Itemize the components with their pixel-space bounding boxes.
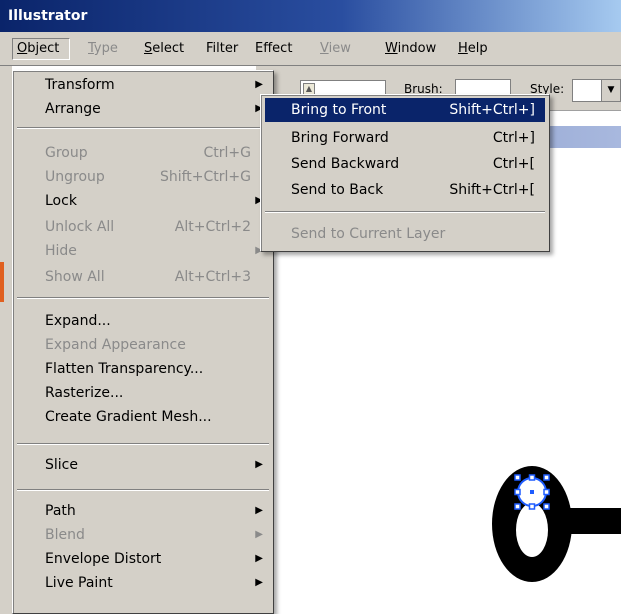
submenu-arrow-icon: ▶ <box>255 553 263 564</box>
panel-accent <box>0 262 4 302</box>
menu-item-live-paint[interactable]: Live Paint ▶ <box>17 571 269 595</box>
menu-effect[interactable]: Effect <box>251 38 307 60</box>
menu-item-label: Send to Back <box>291 182 384 198</box>
menu-item-label: Arrange <box>45 101 101 117</box>
menu-item-label: Lock <box>45 193 77 209</box>
menu-item-shortcut: Alt+Ctrl+3 <box>174 269 251 285</box>
submenu-arrow-icon: ▶ <box>255 529 263 540</box>
menu-object[interactable]: Object <box>12 38 70 60</box>
object-menu: Transform▶Arrange▶GroupCtrl+GUngroupShif… <box>12 70 274 614</box>
chevron-down-icon[interactable]: ▼ <box>601 80 620 101</box>
arrange-submenu: Bring to Front Shift+Ctrl+] Bring Forward C… <box>260 94 550 252</box>
menu-window[interactable]: Window <box>381 38 443 60</box>
menu-item-ungroup[interactable]: Ungroup Shift+Ctrl+G <box>17 165 269 189</box>
menu-item-group[interactable]: Group Ctrl+G <box>17 141 269 165</box>
menu-filter[interactable]: Filter <box>202 38 244 60</box>
app-title: Illustrator <box>8 8 88 24</box>
menu-item-hide[interactable]: Hide▶ <box>17 239 269 263</box>
menu-item-label: Envelope Distort <box>45 551 162 567</box>
menu-separator <box>17 443 269 445</box>
menu-item-shortcut: Shift+Ctrl+] <box>449 102 535 118</box>
ring-hole <box>516 503 548 557</box>
menu-item-show-all[interactable]: Show All Alt+Ctrl+3 <box>17 265 269 289</box>
menu-bar: Object Type Select Filter Effect View Window He… <box>0 32 621 66</box>
menu-item-label: Path <box>45 503 76 519</box>
artwork-canvas <box>492 466 621 582</box>
menu-item-label: Ungroup <box>45 169 105 185</box>
menu-type[interactable]: Type <box>84 38 130 60</box>
menu-item-send-backward[interactable]: Send Backward Ctrl+[ <box>265 152 545 176</box>
submenu-arrow-icon: ▶ <box>255 459 263 470</box>
menu-item-shortcut: Shift+Ctrl+[ <box>449 182 535 198</box>
menu-item-label: Slice <box>45 457 78 473</box>
menu-help[interactable]: Help <box>454 38 498 60</box>
menu-separator <box>17 297 269 299</box>
menu-select[interactable]: Select <box>140 38 194 60</box>
menu-item-rasterize[interactable]: Rasterize... <box>17 381 269 405</box>
menu-item-unlock-all[interactable]: Unlock All Alt+Ctrl+2 <box>17 215 269 239</box>
menu-item-label: Create Gradient Mesh... <box>45 409 212 425</box>
menu-item-shortcut: Ctrl+G <box>203 145 252 161</box>
menu-item-label: Rasterize... <box>45 385 124 401</box>
menu-item-blend[interactable]: Blend ▶ <box>17 523 269 547</box>
menu-item-shortcut: Ctrl+] <box>492 130 535 146</box>
menu-item-label: Group <box>45 145 88 161</box>
menu-item-label: Show All <box>45 269 105 285</box>
menu-item-envelope-distort[interactable]: Envelope Distort ▶ <box>17 547 269 571</box>
menu-view[interactable]: View <box>316 38 364 60</box>
menu-item-path[interactable]: Path ▶ <box>17 499 269 523</box>
tools-panel-edge <box>0 66 12 614</box>
menu-item-send-to-back[interactable]: Send to Back Shift+Ctrl+[ <box>265 178 545 202</box>
menu-item-label: Send Backward <box>291 156 400 172</box>
menu-item-lock[interactable]: Lock▶ <box>17 189 269 213</box>
menu-item-label: Live Paint <box>45 575 113 591</box>
menu-item-transform[interactable]: Transform ▶ <box>17 73 269 97</box>
shaft-shape[interactable] <box>554 508 621 534</box>
menu-separator <box>17 489 269 491</box>
menu-item-create-gradient-mesh[interactable]: Create Gradient Mesh... <box>17 405 269 429</box>
menu-separator <box>265 211 545 213</box>
style-dropdown[interactable]: ▼ <box>572 79 621 102</box>
menu-item-send-to-current-layer[interactable]: Send to Current Layer <box>265 222 545 246</box>
menu-item-shortcut: Ctrl+[ <box>492 156 535 172</box>
center-point <box>530 490 534 494</box>
menu-item-label: Expand Appearance <box>45 337 186 353</box>
menu-item-label: Bring to Front <box>291 102 387 118</box>
menu-item-shortcut: Alt+Ctrl+2 <box>174 219 251 235</box>
menu-item-bring-forward[interactable]: Bring Forward Ctrl+] <box>265 126 545 150</box>
submenu-arrow-icon: ▶ <box>255 505 263 516</box>
menu-item-label: Expand... <box>45 313 111 329</box>
menu-item-label: Transform <box>45 77 115 93</box>
menu-separator <box>17 127 269 129</box>
submenu-arrow-icon: ▶ <box>255 577 263 588</box>
menu-item-slice[interactable]: Slice ▶ <box>17 453 269 477</box>
menu-item-label: Send to Current Layer <box>291 226 446 242</box>
menu-item-shortcut: Shift+Ctrl+G <box>159 169 251 185</box>
menu-item-label: Hide <box>45 243 77 259</box>
window-title-bar: Illustrator <box>0 0 621 32</box>
menu-item-label: Unlock All <box>45 219 115 235</box>
menu-item-expand-appearance[interactable]: Expand Appearance <box>17 333 269 357</box>
menu-item-bring-to-front[interactable]: Bring to Front Shift+Ctrl+] <box>265 98 545 122</box>
menu-item-label: Bring Forward <box>291 130 389 146</box>
menu-item-expand[interactable]: Expand... <box>17 309 269 333</box>
menu-item-label: Blend <box>45 527 85 543</box>
menu-item-flatten-transparency[interactable]: Flatten Transparency... <box>17 357 269 381</box>
menu-item-label: Flatten Transparency... <box>45 361 204 377</box>
menu-item-arrange[interactable]: Arrange▶ <box>17 97 269 121</box>
